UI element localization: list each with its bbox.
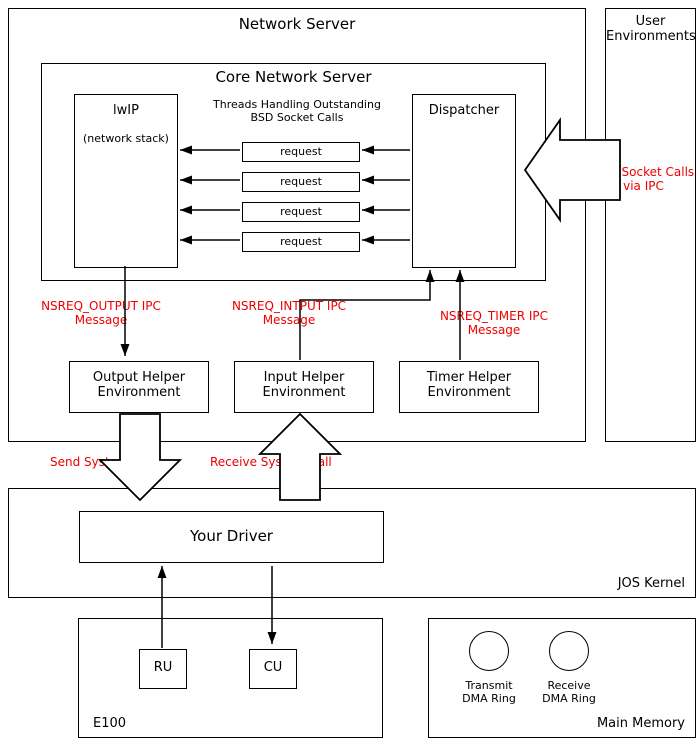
main-memory-box: Main Memory Transmit DMA Ring Receive DM…: [428, 618, 696, 738]
request-box-2: request: [242, 172, 360, 192]
lwip-title: lwIP: [75, 103, 177, 118]
e100-title: E100: [93, 716, 126, 731]
nsreq-timer-label: NSREQ_TIMER IPC Message: [424, 309, 564, 337]
output-helper-box: Output Helper Environment: [69, 361, 209, 413]
send-syscall-label: Send System Call: [50, 455, 155, 469]
core-network-server-box: Core Network Server lwIP (network stack)…: [41, 63, 546, 281]
user-environments-box: User Environments: [605, 8, 696, 442]
core-title: Core Network Server: [42, 68, 545, 86]
request-box-1: request: [242, 142, 360, 162]
ru-box: RU: [139, 649, 187, 689]
lwip-subtitle: (network stack): [75, 132, 177, 145]
timer-helper-box: Timer Helper Environment: [399, 361, 539, 413]
jos-kernel-title: JOS Kernel: [618, 576, 685, 591]
main-memory-title: Main Memory: [597, 716, 685, 731]
dispatcher-box: Dispatcher: [412, 94, 516, 268]
nsreq-input-label: NSREQ_INTPUT IPC Message: [219, 299, 359, 327]
bsd-arrow-label: BSD Socket Calls via IPC: [586, 165, 700, 193]
dispatcher-title: Dispatcher: [413, 103, 515, 118]
e100-box: E100 RU CU: [78, 618, 383, 738]
driver-box: Your Driver: [79, 511, 384, 563]
rx-ring-label: Receive DMA Ring: [534, 679, 604, 705]
lwip-box: lwIP (network stack): [74, 94, 178, 268]
input-helper-box: Input Helper Environment: [234, 361, 374, 413]
request-box-4: request: [242, 232, 360, 252]
tx-ring-label: Transmit DMA Ring: [454, 679, 524, 705]
receive-syscall-label: Receive System Call: [210, 455, 332, 469]
network-server-box: Network Server Core Network Server lwIP …: [8, 8, 586, 442]
user-environments-label: User Environments: [606, 9, 695, 44]
tx-ring-icon: [469, 631, 509, 671]
nsreq-output-label: NSREQ_OUTPUT IPC Message: [31, 299, 171, 327]
rx-ring-icon: [549, 631, 589, 671]
network-server-title: Network Server: [9, 15, 585, 33]
jos-kernel-box: JOS Kernel Your Driver: [8, 488, 696, 598]
cu-box: CU: [249, 649, 297, 689]
threads-label: Threads Handling Outstanding BSD Socket …: [212, 98, 382, 124]
request-box-3: request: [242, 202, 360, 222]
